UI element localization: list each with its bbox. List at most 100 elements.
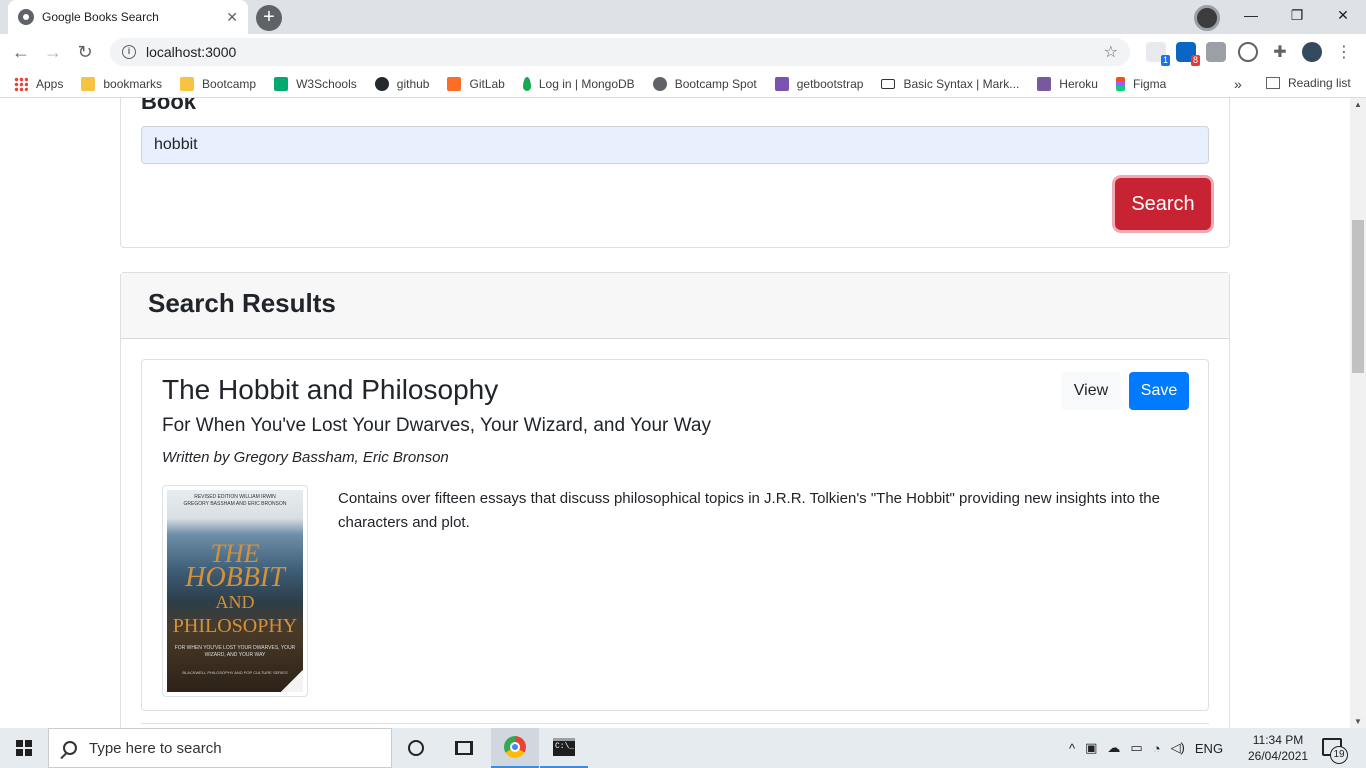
book-authors: Written by Gregory Bassham, Eric Bronson bbox=[162, 449, 449, 466]
search-button[interactable]: Search bbox=[1115, 178, 1211, 230]
download-icon[interactable] bbox=[1206, 42, 1226, 62]
volume-icon[interactable]: ◁) bbox=[1171, 740, 1185, 756]
chrome-taskbar-button[interactable] bbox=[491, 728, 539, 768]
close-tab-icon[interactable]: ✕ bbox=[226, 9, 238, 26]
bookmark-label: Log in | MongoDB bbox=[538, 76, 635, 91]
page-viewport: Book Search Search Results The Hobbit an… bbox=[0, 98, 1350, 728]
bookmark-bootcamp[interactable]: Bootcamp bbox=[180, 76, 256, 91]
bookmark-apps[interactable]: Apps bbox=[14, 76, 64, 91]
browser-tab[interactable]: Google Books Search ✕ bbox=[8, 0, 248, 34]
bookmark-bootcamp-spot[interactable]: Bootcamp Spot bbox=[652, 76, 757, 91]
github-icon bbox=[374, 76, 389, 91]
bookmark-heroku[interactable]: Heroku bbox=[1037, 76, 1098, 91]
bookmark-label: Heroku bbox=[1059, 76, 1098, 91]
results-heading: Search Results bbox=[121, 273, 1229, 339]
wifi-icon[interactable]: ◔ bbox=[1153, 741, 1161, 756]
bookmark-getbootstrap[interactable]: getbootstrap bbox=[774, 76, 864, 91]
scrollbar-thumb[interactable] bbox=[1352, 220, 1364, 373]
clock-time: 11:34 PM bbox=[1252, 733, 1304, 747]
onedrive-icon[interactable]: ☁ bbox=[1107, 740, 1120, 756]
language-indicator[interactable]: ENG bbox=[1195, 741, 1223, 756]
search-icon bbox=[63, 741, 77, 755]
cover-authors: GREGORY BASSHAM AND ERIC BRONSON bbox=[183, 501, 287, 507]
back-icon[interactable]: ← bbox=[8, 39, 34, 65]
cover-title-line: AND bbox=[215, 592, 255, 612]
taskbar-search-placeholder: Type here to search bbox=[89, 739, 222, 757]
bookmark-figma[interactable]: Figma bbox=[1115, 76, 1167, 91]
extension-badge: 1 bbox=[1160, 55, 1170, 66]
bookmark-github[interactable]: github bbox=[374, 76, 430, 91]
system-tray: ^ ▣ ☁ ▭ ◔ ◁) ENG bbox=[1064, 728, 1228, 768]
address-bar[interactable]: i localhost:3000 ☆ bbox=[110, 38, 1130, 66]
battery-icon[interactable]: ▭ bbox=[1130, 740, 1142, 756]
page-curl-icon bbox=[281, 670, 303, 692]
task-view-button[interactable] bbox=[440, 728, 488, 768]
linkedin-icon[interactable]: 8 bbox=[1176, 42, 1200, 66]
close-window-button[interactable]: ✕ bbox=[1320, 0, 1366, 30]
figma-icon bbox=[1115, 76, 1125, 91]
bookmark-star-icon[interactable]: ☆ bbox=[1104, 42, 1118, 62]
heroku-icon bbox=[1037, 76, 1052, 91]
bookmark-mongodb[interactable]: Log in | MongoDB bbox=[522, 76, 635, 91]
reading-list-label: Reading list bbox=[1288, 76, 1351, 90]
tab-search-icon[interactable] bbox=[1194, 5, 1220, 31]
chrome-icon bbox=[504, 736, 526, 758]
puzzle-icon[interactable]: ✚ bbox=[1270, 42, 1290, 62]
bookmarks-bar: Apps bookmarks Bootcamp W3Schools github… bbox=[0, 70, 1366, 98]
book-subtitle: For When You've Lost Your Dwarves, Your … bbox=[162, 415, 711, 436]
mongodb-icon bbox=[522, 76, 531, 91]
taskbar-search[interactable]: Type here to search bbox=[48, 728, 392, 768]
save-button[interactable]: Save bbox=[1129, 372, 1189, 410]
search-card: Book Search bbox=[120, 98, 1230, 248]
url-text[interactable]: localhost:3000 bbox=[146, 44, 1104, 60]
linkedin-badge: 8 bbox=[1190, 55, 1200, 66]
cortana-button[interactable] bbox=[392, 728, 440, 768]
chevron-up-icon[interactable]: ^ bbox=[1069, 741, 1075, 756]
bookmark-label: getbootstrap bbox=[796, 76, 864, 91]
avatar[interactable] bbox=[1302, 42, 1322, 62]
extension-circle-icon[interactable] bbox=[1238, 42, 1258, 62]
scroll-down-icon[interactable]: ▼ bbox=[1354, 717, 1362, 726]
reading-list-button[interactable]: Reading list bbox=[1266, 76, 1351, 90]
clock[interactable]: 11:34 PM 26/04/2021 bbox=[1248, 732, 1308, 764]
globe-icon bbox=[18, 9, 34, 25]
book-search-input[interactable] bbox=[141, 126, 1209, 164]
reload-icon[interactable]: ↻ bbox=[72, 39, 98, 65]
cover-editor: REVISED EDITION WILLIAM IRWIN bbox=[194, 494, 276, 500]
cover-title: THE HOBBIT AND PHILOSOPHY bbox=[167, 541, 303, 638]
view-button[interactable]: View bbox=[1061, 372, 1121, 410]
book-description: Contains over fifteen essays that discus… bbox=[338, 490, 1160, 531]
bookmark-gitlab[interactable]: GitLab bbox=[447, 76, 505, 91]
results-card: Search Results The Hobbit and Philosophy… bbox=[120, 272, 1230, 728]
bookmark-label: Apps bbox=[36, 76, 64, 91]
bookmark-label: github bbox=[396, 76, 430, 91]
windows-icon bbox=[16, 740, 32, 756]
terminal-taskbar-button[interactable]: C:\_ bbox=[540, 728, 588, 768]
bookmark-markdown[interactable]: Basic Syntax | Mark... bbox=[881, 77, 1019, 91]
more-bookmarks-icon[interactable]: » bbox=[1234, 76, 1242, 92]
bookmark-label: bookmarks bbox=[103, 76, 163, 91]
site-info-icon[interactable]: i bbox=[122, 45, 136, 59]
extension-icon[interactable]: 1 bbox=[1146, 42, 1170, 66]
notification-count: 19 bbox=[1330, 746, 1348, 764]
bookmark-label: Figma bbox=[1132, 76, 1167, 91]
page-scrollbar[interactable]: ▲ ▼ bbox=[1350, 98, 1366, 728]
scroll-up-icon[interactable]: ▲ bbox=[1354, 100, 1362, 109]
start-button[interactable] bbox=[0, 728, 48, 768]
cover-subtitle: FOR WHEN YOU'VE LOST YOUR DWARVES, YOUR … bbox=[174, 645, 296, 658]
cover-art: REVISED EDITION WILLIAM IRWIN GREGORY BA… bbox=[167, 490, 303, 692]
browser-toolbar: ← → ↻ i localhost:3000 ☆ 1 8 ✚ ⋮ bbox=[0, 34, 1366, 70]
menu-dots-icon[interactable]: ⋮ bbox=[1334, 42, 1354, 62]
book-title: The Hobbit and Philosophy bbox=[162, 374, 499, 405]
minimize-button[interactable]: — bbox=[1228, 0, 1274, 30]
book-label: Book bbox=[141, 98, 196, 114]
cortana-icon bbox=[408, 740, 424, 756]
task-view-icon bbox=[455, 741, 473, 755]
bookmark-bookmarks[interactable]: bookmarks bbox=[81, 76, 163, 91]
forward-icon[interactable]: → bbox=[40, 39, 66, 65]
cover-top-text: REVISED EDITION WILLIAM IRWIN GREGORY BA… bbox=[173, 494, 297, 508]
restore-button[interactable]: ❐ bbox=[1274, 0, 1320, 30]
meet-now-icon[interactable]: ▣ bbox=[1085, 740, 1097, 756]
bookmark-w3schools[interactable]: W3Schools bbox=[274, 76, 357, 91]
new-tab-button[interactable]: + bbox=[256, 5, 282, 31]
